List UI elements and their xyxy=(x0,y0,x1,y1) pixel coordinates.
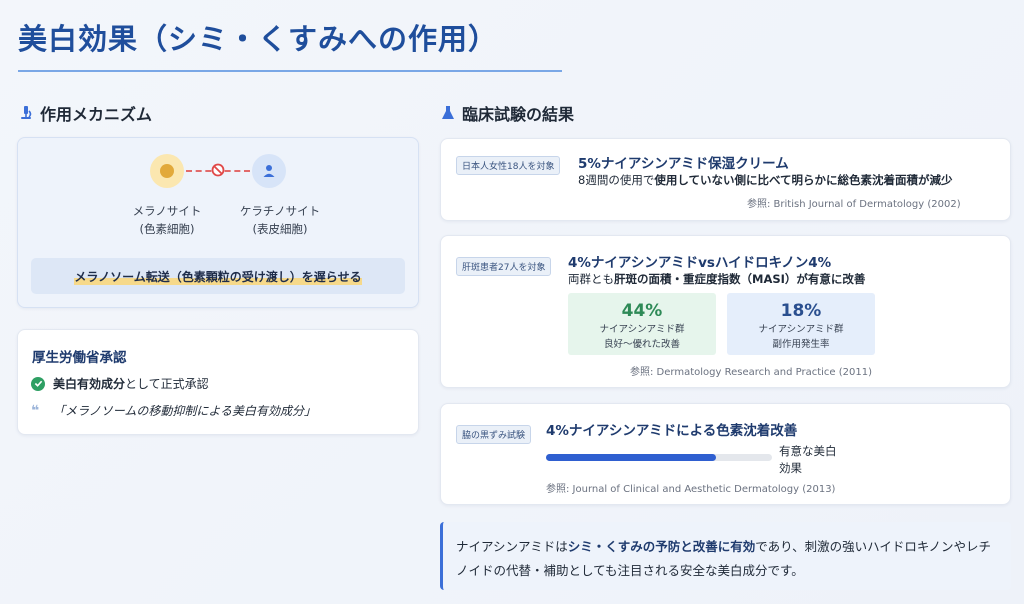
stat-side-effects: 18% ナイアシンアミド群 副作用発生率 xyxy=(727,293,875,355)
trial-2-text: 両群とも肝斑の面積・重症度指数（MASI）が有意に改善 xyxy=(568,271,865,287)
trial-2-text-bold: 肝斑の面積・重症度指数（MASI）が有意に改善 xyxy=(614,272,866,286)
bar-label: 有意な美白 効果 xyxy=(779,443,837,477)
trial-2-title: 4%ナイアシンアミドvsハイドロキノン4% xyxy=(568,255,832,271)
trial-2-tag: 肝斑患者27人を対象 xyxy=(456,257,552,276)
title-divider xyxy=(18,70,562,72)
flask-icon xyxy=(442,106,454,119)
melanocyte-label: メラノサイト (色素細胞) xyxy=(107,202,227,238)
keratinocyte-icon xyxy=(252,154,286,188)
melanocyte-name: メラノサイト xyxy=(132,204,202,218)
trial-3-tag: 脇の黒ずみ試験 xyxy=(456,425,532,444)
mechanism-banner-text: メラノソーム転送（色素顆粒の受け渡し）を遅らせる xyxy=(74,267,362,285)
keratinocyte-label: ケラチノサイト (表皮細胞) xyxy=(220,202,340,238)
trials-heading: 臨床試験の結果 xyxy=(440,101,574,125)
block-icon xyxy=(211,163,225,177)
quote-text: 「メラノソームの移動抑制による美白有効成分」 xyxy=(53,404,317,418)
bar-label-2: 効果 xyxy=(779,461,802,475)
mechanism-heading: 作用メカニズム xyxy=(18,101,152,125)
stat-improvement-label-1: ナイアシンアミド群 xyxy=(599,324,685,335)
approval-rest: として正式承認 xyxy=(125,377,209,391)
trial-1-title: 5%ナイアシンアミド保湿クリーム xyxy=(578,156,789,172)
trial-1-ref: 参照: British Journal of Dermatology (2002… xyxy=(747,199,961,210)
melanocyte-sub: (色素細胞) xyxy=(139,222,195,236)
stat-improvement: 44% ナイアシンアミド群 良好〜優れた改善 xyxy=(568,293,716,355)
page-title: 美白効果（シミ・くすみへの作用） xyxy=(18,22,499,56)
summary-part-1: ナイアシンアミドは xyxy=(456,539,568,554)
trial-1-tag: 日本人女性18人を対象 xyxy=(456,156,561,175)
quote-row: ❝ 「メラノソームの移動抑制による美白有効成分」 xyxy=(31,402,316,419)
stat-improvement-value: 44% xyxy=(621,301,663,321)
trial-1-text: 8週間の使用で使用していない側に比べて明らかに総色素沈着面積が減少 xyxy=(578,172,953,188)
check-icon xyxy=(31,376,45,391)
effect-bar-fill xyxy=(546,454,716,461)
trial-1-text-plain: 8週間の使用で xyxy=(578,173,655,187)
summary-text: ナイアシンアミドはシミ・くすみの予防と改善に有効であり、刺激の強いハイドロキノン… xyxy=(456,535,1001,583)
ministry-title: 厚生労働省承認 xyxy=(32,350,127,366)
trial-2-ref: 参照: Dermatology Research and Practice (2… xyxy=(630,367,872,378)
stat-improvement-label-2: 良好〜優れた改善 xyxy=(603,339,680,350)
stat-side-effects-label-1: ナイアシンアミド群 xyxy=(758,324,844,335)
keratinocyte-sub: (表皮細胞) xyxy=(252,222,308,236)
melanocyte-icon xyxy=(150,154,184,188)
user-icon xyxy=(263,165,275,177)
stat-side-effects-label-2: 副作用発生率 xyxy=(772,339,830,350)
stat-side-effects-value: 18% xyxy=(780,301,822,321)
trial-2-text-plain: 両群とも xyxy=(568,272,614,286)
trial-3-ref: 参照: Journal of Clinical and Aesthetic De… xyxy=(546,484,836,495)
approval-strong: 美白有効成分 xyxy=(53,377,126,391)
microscope-icon xyxy=(21,106,32,119)
trial-1-text-bold: 使用していない側に比べて明らかに総色素沈着面積が減少 xyxy=(654,173,953,187)
trials-heading-text: 臨床試験の結果 xyxy=(462,105,575,124)
mechanism-heading-text: 作用メカニズム xyxy=(40,105,153,124)
approval-text: 美白有効成分として正式承認 xyxy=(53,375,209,392)
effect-bar xyxy=(546,454,772,461)
keratinocyte-name: ケラチノサイト xyxy=(239,204,321,218)
bar-label-1: 有意な美白 xyxy=(779,444,837,458)
approval-row: 美白有効成分として正式承認 xyxy=(31,375,209,392)
mechanism-banner: メラノソーム転送（色素顆粒の受け渡し）を遅らせる xyxy=(31,258,405,294)
trial-3-title: 4%ナイアシンアミドによる色素沈着改善 xyxy=(546,423,798,439)
quote-icon: ❝ xyxy=(31,402,40,419)
summary-bold: シミ・くすみの予防と改善に有効 xyxy=(567,539,756,554)
